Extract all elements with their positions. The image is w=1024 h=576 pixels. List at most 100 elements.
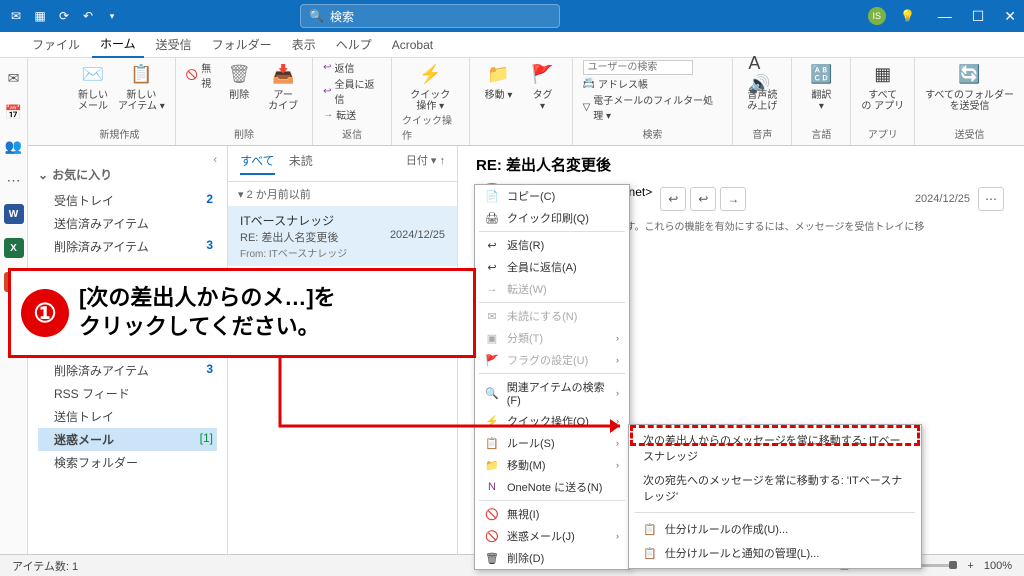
annotation-number: ① (21, 289, 69, 337)
mail-date: 2024/12/25 (915, 193, 970, 205)
addressbook-button[interactable]: 📇 アドレス帳 (583, 76, 723, 91)
rail-mail-icon[interactable]: ✉ (4, 68, 24, 88)
forward-icon: → (485, 283, 499, 295)
group-quick-label: クイック操作 (402, 112, 459, 144)
move-button[interactable]: 📁移動 ▾ (480, 60, 518, 101)
zoom-in-button[interactable]: + (967, 560, 973, 572)
sync-icon[interactable]: ⟳ (56, 8, 72, 24)
group-lang-label: 言語 (811, 126, 831, 143)
replyall-action-button[interactable]: ↩ (690, 187, 716, 211)
print-icon: 🖨 (485, 212, 499, 225)
category-icon: ▣ (485, 332, 499, 345)
more-actions-button[interactable]: ⋯ (978, 187, 1004, 211)
folder-outbox[interactable]: 送信トレイ (38, 405, 217, 428)
ctx-markread[interactable]: ✉未読にする(N) (475, 305, 629, 327)
qat-dropdown-icon[interactable]: ▾ (104, 8, 120, 24)
ctx-copy[interactable]: 📄コピー(C) (475, 185, 629, 207)
new-item-button[interactable]: 📋新しい アイテム ▾ (118, 60, 165, 112)
reply-icon: ↩ (323, 62, 331, 73)
delete-button[interactable]: 🗑削除 (220, 60, 258, 101)
speech-button[interactable]: A🔊音声読 み上げ (743, 60, 781, 112)
ribbon: ✉️新しい メール 📋新しい アイテム ▾ 新規作成 🚫 無視 🗑削除 📥アー … (0, 58, 1024, 146)
submenu-create-rule[interactable]: 📋仕分けルールの作成(U)... (629, 517, 921, 541)
mail-item[interactable]: ITベースナレッジ RE: 差出人名変更後2024/12/25 From: IT… (228, 206, 457, 266)
tab-acrobat[interactable]: Acrobat (384, 34, 441, 56)
ctx-onenote[interactable]: NOneNote に送る(N) (475, 476, 629, 498)
filter-button[interactable]: ▽ 電子メールのフィルター処理 ▾ (583, 92, 723, 122)
user-search-input[interactable] (583, 60, 693, 75)
allapps-button[interactable]: ▦すべて の アプリ (861, 60, 904, 112)
rail-excel-icon[interactable]: X (4, 238, 24, 258)
tab-sendreceive[interactable]: 送受信 (148, 32, 200, 57)
tag-button[interactable]: 🚩タグ ▾ (524, 60, 562, 112)
ctx-forward[interactable]: →転送(W) (475, 278, 629, 300)
search-placeholder: 検索 (330, 8, 354, 25)
forward-button[interactable]: → 転送 (323, 107, 381, 122)
new-mail-button[interactable]: ✉️新しい メール (74, 60, 112, 112)
tab-all[interactable]: すべて (240, 152, 275, 175)
ignore-button[interactable]: 🚫 無視 (186, 60, 214, 90)
folder-junk[interactable]: 迷惑メール[1] (38, 428, 217, 451)
minimize-button[interactable]: — (938, 8, 952, 25)
folder-inbox[interactable]: 受信トレイ2 (38, 189, 217, 212)
maximize-button[interactable]: ☐ (972, 8, 985, 25)
rail-calendar-icon[interactable]: 📅 (4, 102, 24, 122)
avatar[interactable]: IS (868, 7, 886, 25)
apps-icon: ▦ (869, 60, 897, 88)
folder-deleted-acct[interactable]: 削除済みアイテム3 (38, 359, 217, 382)
chevron-down-icon: ⌄ (38, 168, 48, 182)
list-group-header[interactable]: ▾ 2 か月前以前 (228, 182, 457, 206)
annotation-arrow (270, 356, 640, 441)
translate-button[interactable]: 🔠翻訳 ▾ (802, 60, 840, 112)
trash-icon: 🗑 (225, 60, 253, 88)
replyall-icon: ↩ (485, 261, 499, 274)
ctx-delete[interactable]: 🗑削除(D) (475, 547, 629, 569)
tab-file[interactable]: ファイル (24, 32, 88, 57)
close-button[interactable]: ✕ (1004, 8, 1016, 25)
ctx-category[interactable]: ▣分類(T)› (475, 327, 629, 349)
ctx-junk[interactable]: 🚫迷惑メール(J)› (475, 525, 629, 547)
tab-folder[interactable]: フォルダー (204, 32, 280, 57)
favorites-header[interactable]: ⌄お気に入り (38, 166, 217, 183)
lightbulb-icon[interactable]: 💡 (900, 8, 916, 24)
reply-button[interactable]: ↩ 返信 (323, 60, 381, 75)
mail-subject: RE: 差出人名変更後 (476, 154, 1004, 175)
rail-word-icon[interactable]: W (4, 204, 24, 224)
ctx-reply[interactable]: ↩返信(R) (475, 234, 629, 256)
reply-action-button[interactable]: ↩ (660, 187, 686, 211)
replyall-button[interactable]: ↩ 全員に返信 (323, 76, 381, 106)
group-delete-label: 削除 (234, 126, 254, 143)
annotation-callout: ① [次の差出人からのメ…]を クリックしてください。 (8, 268, 476, 358)
search-box[interactable]: 🔍 検索 (300, 4, 560, 28)
search-icon: 🔍 (309, 9, 324, 23)
rail-more-icon[interactable]: ⋯ (4, 170, 24, 190)
ctx-ignore[interactable]: 🚫無視(I) (475, 503, 629, 525)
tab-view[interactable]: 表示 (284, 32, 324, 57)
submenu-manage-rules[interactable]: 📋仕分けルールと通知の管理(L)... (629, 541, 921, 565)
ctx-replyall[interactable]: ↩全員に返信(A) (475, 256, 629, 278)
undo-icon[interactable]: ↶ (80, 8, 96, 24)
quickop-button[interactable]: ⚡クイック 操作 ▾ (410, 60, 450, 112)
folder-deleted[interactable]: 削除済みアイテム3 (38, 235, 217, 258)
ctx-quickprint[interactable]: 🖨クイック印刷(Q) (475, 207, 629, 229)
sort-button[interactable]: 日付 ▾ ↑ (406, 152, 445, 175)
tab-home[interactable]: ホーム (92, 31, 144, 58)
tab-help[interactable]: ヘルプ (328, 32, 380, 57)
archive-button[interactable]: 📥アー カイブ (264, 60, 302, 112)
rule-icon: 📋 (643, 547, 657, 560)
new-mail-icon: ✉️ (79, 60, 107, 88)
rail-people-icon[interactable]: 👥 (4, 136, 24, 156)
replyall-icon: ↩ (323, 86, 331, 97)
forward-action-button[interactable]: → (720, 187, 746, 211)
submenu-always-move-recipient[interactable]: 次の宛先へのメッセージを常に移動する: 'ITベースナレッジ' (629, 468, 921, 508)
folder-rss[interactable]: RSS フィード (38, 382, 217, 405)
collapse-icon[interactable]: ‹ (38, 154, 217, 166)
folder-sent[interactable]: 送信済みアイテム (38, 212, 217, 235)
group-new-label: 新規作成 (99, 126, 139, 143)
sendrecv-button[interactable]: 🔄すべてのフォルダー を送受信 (925, 60, 1014, 112)
tab-unread[interactable]: 未読 (289, 152, 313, 175)
ctx-move[interactable]: 📁移動(M)› (475, 454, 629, 476)
folder-search[interactable]: 検索フォルダー (38, 451, 217, 474)
group-reply-label: 返信 (342, 126, 362, 143)
calendar-icon[interactable]: ▦ (32, 8, 48, 24)
